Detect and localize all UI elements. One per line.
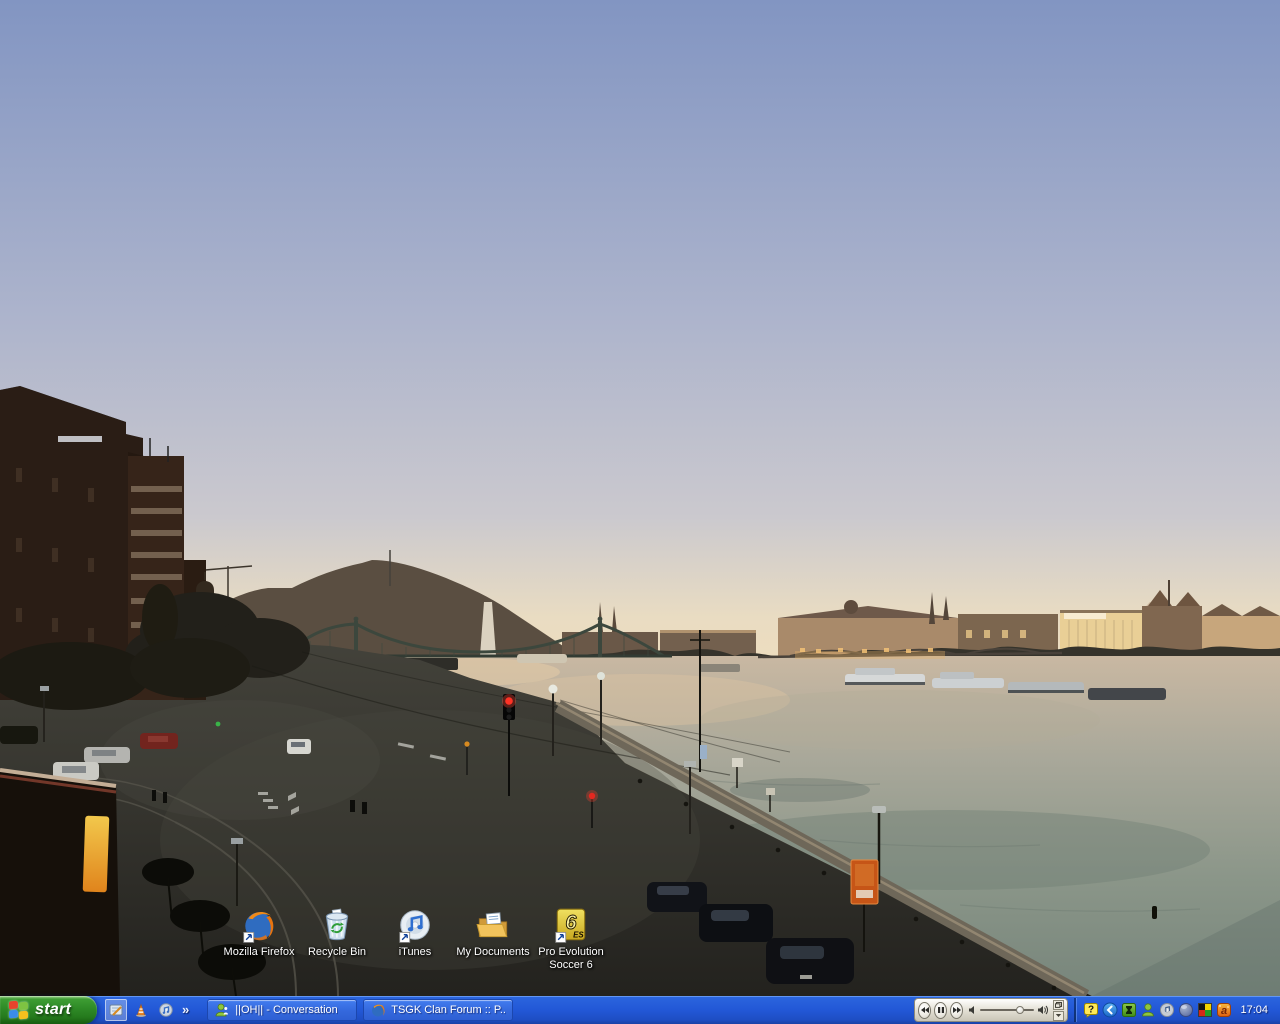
tray-clock[interactable]: 17:04	[1235, 1004, 1274, 1016]
taskbar-window-buttons: ||OH|| - Conversation TSGK Clan Forum ::…	[207, 996, 513, 1024]
pes6-icon: 6 ES	[552, 906, 590, 944]
desktop-icon-itunes[interactable]: iTunes	[376, 906, 454, 972]
show-desktop-icon[interactable]	[105, 999, 127, 1021]
svg-text:a: a	[1221, 1005, 1227, 1017]
speaker-max-icon	[1037, 1005, 1049, 1015]
deskband-window-controls	[1053, 1000, 1064, 1021]
desktop-icons: Mozilla Firefox	[220, 906, 610, 972]
windows-xp-screen: Mozilla Firefox	[0, 0, 1280, 1024]
messenger-buddy-icon	[214, 1002, 230, 1018]
svg-text:?: ?	[1088, 1005, 1094, 1016]
volume-control	[968, 1005, 1049, 1015]
volume-slider-knob[interactable]	[1016, 1006, 1024, 1014]
desktop-icon-pes6[interactable]: 6 ES Pro Evolution Soccer 6	[532, 906, 610, 972]
desktop-icon-my-documents[interactable]: My Documents	[454, 906, 532, 972]
fast-forward-button[interactable]	[950, 1002, 963, 1019]
restore-window-button[interactable]	[1053, 1000, 1064, 1010]
media-player-disc-icon[interactable]	[155, 999, 177, 1021]
four-color-quadrant-icon[interactable]	[1197, 1002, 1213, 1018]
kiosk	[0, 770, 120, 996]
windows-flag-icon	[9, 1001, 29, 1019]
hide-icons-chevron-icon[interactable]	[1102, 1002, 1118, 1018]
desktop-icon-label: Pro Evolution Soccer 6	[525, 946, 617, 972]
quick-launch-overflow-chevron[interactable]: »	[180, 999, 191, 1021]
taskbar-button-firefox-forum[interactable]: TSGK Clan Forum :: P...	[363, 999, 513, 1021]
my-documents-folder-icon	[474, 906, 512, 944]
desktop-icon-recycle-bin[interactable]: Recycle Bin	[298, 906, 376, 972]
firefox-icon	[370, 1002, 386, 1018]
pause-button[interactable]	[934, 1002, 947, 1019]
taskbar-button-label: ||OH|| - Conversation	[235, 1004, 338, 1016]
desktop-background[interactable]: Mozilla Firefox	[0, 0, 1280, 996]
globe-sphere-icon[interactable]	[1178, 1002, 1194, 1018]
itunes-icon	[396, 906, 434, 944]
messenger-buddy-icon[interactable]	[1140, 1002, 1156, 1018]
orange-a-icon[interactable]: a	[1216, 1002, 1232, 1018]
media-disc-icon[interactable]	[1159, 1002, 1175, 1018]
wallpaper-image	[0, 0, 1280, 996]
start-button-label: start	[35, 1001, 79, 1019]
taskbar-button-messenger-conversation[interactable]: ||OH|| - Conversation	[207, 999, 357, 1021]
taskbar-button-label: TSGK Clan Forum :: P...	[391, 1004, 506, 1016]
tray-divider	[1074, 998, 1076, 1022]
vlc-cone-icon[interactable]	[130, 999, 152, 1021]
taskbar-empty-space	[513, 996, 914, 1024]
system-tray: ?	[1077, 996, 1280, 1024]
taskbar: start	[0, 996, 1280, 1024]
media-player-toolbar	[914, 998, 1068, 1022]
start-button[interactable]: start	[0, 996, 97, 1024]
recycle-bin-icon	[318, 906, 356, 944]
firefox-icon	[240, 906, 278, 944]
quick-launch-bar: »	[97, 996, 197, 1024]
volume-slider[interactable]	[980, 1006, 1034, 1014]
speaker-min-icon	[968, 1005, 977, 1015]
collapse-toolbar-button[interactable]	[1053, 1011, 1064, 1021]
desktop-icon-mozilla-firefox[interactable]: Mozilla Firefox	[220, 906, 298, 972]
svg-text:ES: ES	[573, 931, 584, 940]
alert-balloon-icon[interactable]: ?	[1083, 1002, 1099, 1018]
green-utility-icon[interactable]	[1121, 1002, 1137, 1018]
rewind-button[interactable]	[918, 1002, 931, 1019]
